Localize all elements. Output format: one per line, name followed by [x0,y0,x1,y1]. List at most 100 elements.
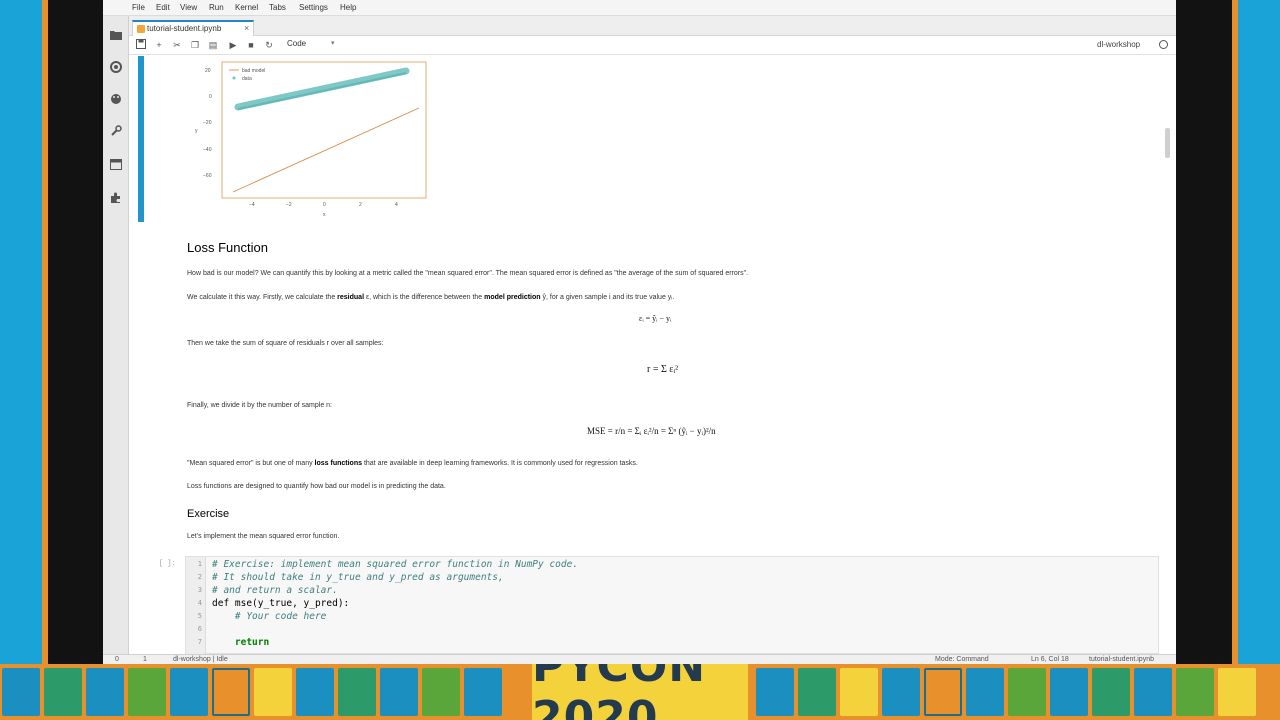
chevron-down-icon[interactable]: ▾ [331,39,335,47]
line-number: 7 [197,638,202,646]
wrench-icon[interactable] [109,124,122,137]
banner-tile [840,668,878,716]
background-dark-right [1176,0,1232,664]
menu-kernel[interactable]: Kernel [235,3,258,12]
palette-icon[interactable] [109,92,122,105]
tab-notebook[interactable]: tutorial-student.ipynb × [132,20,254,36]
menu-help[interactable]: Help [340,3,356,12]
equation-residual: εᵢ = ŷᵢ − yᵢ [639,314,672,323]
banner-tile [170,668,208,716]
equation-mse: MSE = r/n = Σᵢ εᵢ²/n = Σⁿ (ŷᵢ − yᵢ)²/n [587,426,716,436]
conference-banner: PYCON 2020 [0,664,1280,720]
run-icon[interactable]: ▶ [227,39,239,51]
active-cell-indicator [138,56,144,222]
paragraph-intro: How bad is our model? We can quantify th… [187,270,749,277]
folder-icon[interactable] [109,28,122,41]
x-tick: 4 [395,202,398,208]
x-tick: 0 [323,202,326,208]
x-tick: −2 [286,202,292,208]
paste-icon[interactable]: ▤ [207,39,219,51]
banner-tile [1218,668,1256,716]
cut-icon[interactable]: ✂ [171,39,183,51]
paragraph-divide: Finally, we divide it by the number of s… [187,402,332,409]
notebook-toolbar: + ✂ ❐ ▤ ▶ ■ ↻ Code ▾ dl-workshop [129,36,1176,55]
banner-tile [798,668,836,716]
status-position[interactable]: Ln 6, Col 18 [1031,656,1069,663]
restart-icon[interactable]: ↻ [263,39,275,51]
line-number: 3 [197,586,202,594]
code-cell[interactable]: 1 2 3 4 5 6 7 # Exercise: implement mean… [185,556,1159,654]
code-line[interactable]: def mse(y_true, y_pred): [212,598,349,609]
kernel-status-icon [1159,40,1168,49]
save-icon[interactable] [135,39,147,51]
banner-tile [1050,668,1088,716]
add-cell-icon[interactable]: + [153,39,165,51]
scrollbar[interactable] [1165,128,1170,158]
tab-label: tutorial-student.ipynb [147,24,222,33]
banner-tile [254,668,292,716]
copy-icon[interactable]: ❐ [189,39,201,51]
extension-icon[interactable] [109,191,122,204]
banner-tile [44,668,82,716]
banner-tile [380,668,418,716]
menu-tabs[interactable]: Tabs [269,3,286,12]
banner-tile [86,668,124,716]
line-number: 5 [197,612,202,620]
paragraph-implement: Let's implement the mean squared error f… [187,533,340,540]
banner-tile [128,668,166,716]
y-tick: 20 [205,68,211,74]
banner-tile [338,668,376,716]
paragraph-purpose: Loss functions are designed to quantify … [187,483,446,490]
close-icon[interactable]: × [244,23,249,33]
code-line[interactable]: # Exercise: implement mean squared error… [212,559,578,570]
y-tick: −60 [203,173,212,179]
menu-view[interactable]: View [180,3,197,12]
line-number: 6 [197,625,202,633]
jupyterlab-window: File Edit View Run Kernel Tabs Settings … [103,0,1176,664]
menu-bar: File Edit View Run Kernel Tabs Settings … [103,0,1176,16]
x-axis-label: x [323,212,326,218]
banner-tile [1176,668,1214,716]
banner-tile [756,668,794,716]
menu-run[interactable]: Run [209,3,224,12]
notebook-content[interactable]: bad model data 20 0 −20 −40 −60 y −4 −2 … [129,56,1176,654]
cell-prompt: [ ]: [159,560,176,568]
x-tick: −4 [249,202,255,208]
menu-settings[interactable]: Settings [299,3,328,12]
menu-file[interactable]: File [132,3,145,12]
stop-icon[interactable]: ■ [245,39,257,51]
notebook-icon [137,25,145,33]
menu-edit[interactable]: Edit [156,3,170,12]
heading-loss-function: Loss Function [187,240,268,255]
banner-tile [464,668,502,716]
code-line[interactable]: # Your code here [212,611,327,622]
y-tick: −20 [203,120,212,126]
output-plot: bad model data 20 0 −20 −40 −60 y −4 −2 … [195,61,427,218]
line-gutter: 1 2 3 4 5 6 7 [186,557,206,654]
running-icon[interactable] [109,60,122,73]
x-tick: 2 [359,202,362,208]
cell-type-select[interactable]: Code [287,39,306,48]
tabs-icon[interactable] [109,158,122,171]
status-kernel[interactable]: dl-workshop | Idle [173,656,228,663]
status-kernels[interactable]: 1 [143,656,147,663]
status-mode: Mode: Command [935,656,989,663]
banner-tile [212,668,250,716]
y-tick: −40 [203,147,212,153]
banner-tile [966,668,1004,716]
kernel-name[interactable]: dl-workshop [1097,40,1140,49]
code-line[interactable]: # It should take in y_true and y_pred as… [212,572,504,583]
line-number: 2 [197,573,202,581]
banner-tile [422,668,460,716]
banner-tile [1134,668,1172,716]
background-dark-left [48,0,103,664]
y-tick: 0 [209,94,212,100]
banner-tile [296,668,334,716]
status-terminals[interactable]: 0 [115,656,119,663]
background-stripe-left [0,0,48,664]
equation-sum: r = Σ εᵢ² [647,364,679,375]
y-axis-label: y [195,128,198,134]
legend-data: data [242,76,252,82]
code-line[interactable]: # and return a scalar. [212,585,338,596]
code-line[interactable]: return [212,637,269,648]
